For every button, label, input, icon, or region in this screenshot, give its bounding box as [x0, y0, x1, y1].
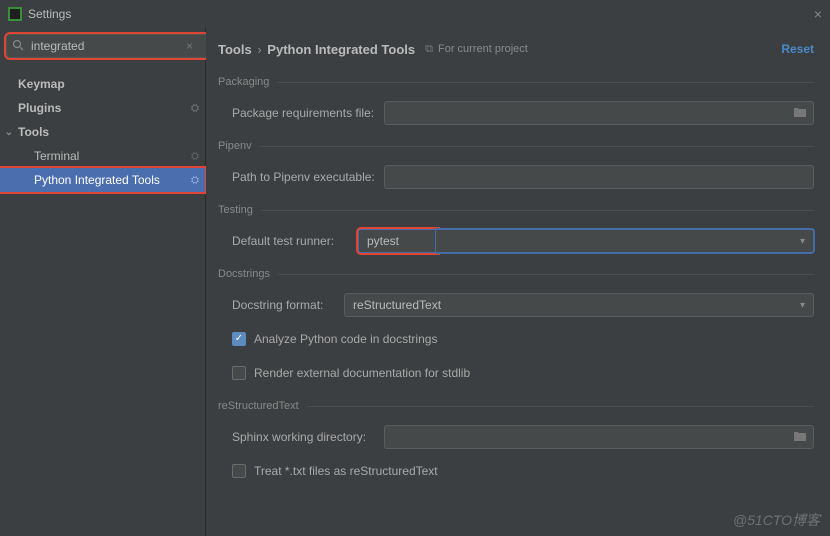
folder-icon[interactable] [793, 430, 807, 445]
row-analyze-docstrings: Analyze Python code in docstrings [232, 326, 814, 352]
copy-icon: ⧉ [425, 43, 433, 56]
row-sphinx-dir: Sphinx working directory: [232, 424, 814, 450]
sidebar-item-label: Tools [18, 125, 49, 139]
docstring-format-value: reStructuredText [353, 298, 441, 312]
test-runner-select[interactable]: ▾ [436, 229, 814, 253]
sphinx-dir-label: Sphinx working directory: [232, 430, 384, 444]
breadcrumb-row: Tools › Python Integrated Tools ⧉ For cu… [218, 36, 814, 62]
section-docstrings: Docstrings Docstring format: reStructure… [218, 268, 814, 386]
reset-link[interactable]: Reset [781, 42, 814, 56]
row-package-requirements: Package requirements file: [232, 100, 814, 126]
breadcrumb: Tools › Python Integrated Tools [218, 42, 415, 57]
sidebar-item-label: Terminal [34, 149, 79, 163]
row-render-stdlib: Render external documentation for stdlib [232, 360, 814, 386]
test-runner-select-highlight[interactable]: pytest [358, 229, 438, 253]
section-title: reStructuredText [218, 400, 814, 412]
breadcrumb-leaf: Python Integrated Tools [267, 42, 415, 57]
project-badge-icon: ⛭ [191, 175, 199, 186]
render-stdlib-label: Render external documentation for stdlib [254, 366, 470, 380]
window-title: Settings [28, 7, 794, 21]
sidebar-item-keymap[interactable]: Keymap [0, 72, 205, 96]
pipenv-path-label: Path to Pipenv executable: [232, 170, 384, 184]
breadcrumb-root: Tools [218, 42, 252, 57]
settings-tree: Keymap Plugins ⛭ ⌄ Tools Terminal ⛭ Pyth… [0, 66, 205, 192]
app-icon [8, 7, 22, 21]
section-title: Docstrings [218, 268, 814, 280]
sidebar-item-terminal[interactable]: Terminal ⛭ [0, 144, 205, 168]
treat-txt-checkbox[interactable] [232, 464, 246, 478]
close-icon[interactable]: × [794, 6, 822, 22]
project-badge-icon: ⛭ [191, 103, 199, 114]
breadcrumb-separator: › [257, 42, 261, 57]
watermark: @51CTO博客 [733, 510, 820, 530]
pkg-requirements-label: Package requirements file: [232, 106, 384, 120]
treat-txt-label: Treat *.txt files as reStructuredText [254, 464, 438, 478]
docstring-format-label: Docstring format: [232, 298, 344, 312]
analyze-docstrings-checkbox[interactable] [232, 332, 246, 346]
section-title: Testing [218, 204, 814, 216]
sidebar-item-label: Plugins [18, 101, 61, 115]
chevron-down-icon: ▾ [800, 236, 805, 247]
clear-search-icon[interactable]: × [186, 39, 193, 53]
project-scope-label: For current project [438, 43, 528, 55]
pkg-requirements-input[interactable] [384, 101, 814, 125]
test-runner-value: pytest [367, 234, 399, 248]
search-row: × [0, 28, 205, 66]
chevron-down-icon: ▾ [800, 300, 805, 311]
project-badge-icon: ⛭ [191, 151, 199, 162]
row-treat-txt: Treat *.txt files as reStructuredText [232, 458, 814, 484]
row-pipenv-path: Path to Pipenv executable: [232, 164, 814, 190]
section-pipenv: Pipenv Path to Pipenv executable: [218, 140, 814, 190]
section-title: Packaging [218, 76, 814, 88]
sidebar-item-plugins[interactable]: Plugins ⛭ [0, 96, 205, 120]
section-testing: Testing Default test runner: pytest ▾ [218, 204, 814, 254]
row-docstring-format: Docstring format: reStructuredText ▾ [232, 292, 814, 318]
content: × Keymap Plugins ⛭ ⌄ Tools Terminal ⛭ Py… [0, 28, 830, 536]
analyze-docstrings-label: Analyze Python code in docstrings [254, 332, 437, 346]
render-stdlib-checkbox[interactable] [232, 366, 246, 380]
sidebar-item-python-integrated-tools[interactable]: Python Integrated Tools ⛭ [0, 168, 205, 192]
folder-icon[interactable] [793, 106, 807, 121]
search-icon [12, 39, 24, 54]
search-input[interactable] [6, 34, 209, 58]
main-panel: Tools › Python Integrated Tools ⧉ For cu… [206, 28, 830, 536]
section-rst: reStructuredText Sphinx working director… [218, 400, 814, 484]
pipenv-path-input[interactable] [384, 165, 814, 189]
test-runner-label: Default test runner: [232, 234, 358, 248]
titlebar: Settings × [0, 0, 830, 28]
docstring-format-select[interactable]: reStructuredText ▾ [344, 293, 814, 317]
sidebar-item-label: Keymap [18, 77, 65, 91]
row-test-runner: Default test runner: pytest ▾ [232, 228, 814, 254]
sphinx-dir-input[interactable] [384, 425, 814, 449]
section-title: Pipenv [218, 140, 814, 152]
project-scope-chip: ⧉ For current project [425, 43, 528, 56]
sidebar-item-label: Python Integrated Tools [34, 173, 160, 187]
sidebar-item-tools[interactable]: ⌄ Tools [0, 120, 205, 144]
sidebar: × Keymap Plugins ⛭ ⌄ Tools Terminal ⛭ Py… [0, 28, 206, 536]
section-packaging: Packaging Package requirements file: [218, 76, 814, 126]
chevron-down-icon: ⌄ [4, 127, 14, 138]
